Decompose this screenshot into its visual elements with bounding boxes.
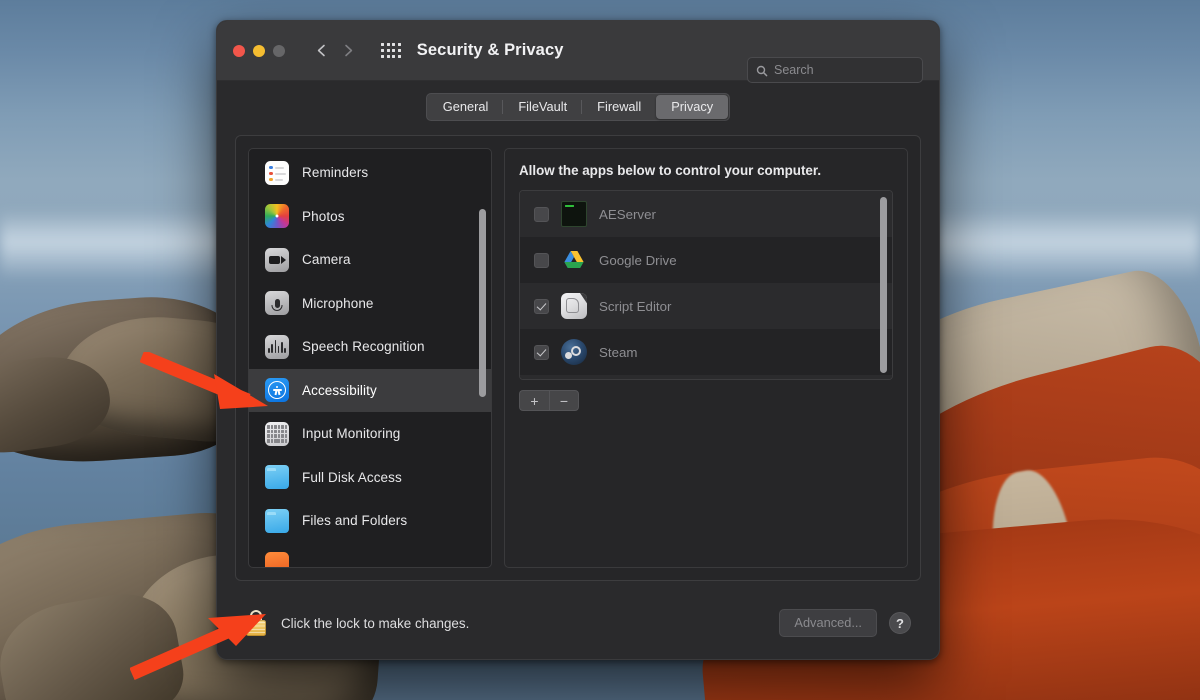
tab-firewall[interactable]: Firewall — [582, 95, 656, 119]
privacy-panel: Reminders Photos Camera — [235, 135, 921, 581]
folder-icon — [265, 509, 289, 533]
table-row-partial[interactable] — [520, 375, 892, 380]
minimize-button[interactable] — [253, 45, 265, 57]
sidebar-item-files-and-folders[interactable]: Files and Folders — [249, 499, 491, 543]
tab-general[interactable]: General — [428, 95, 504, 119]
forward-chevron-icon[interactable] — [342, 44, 355, 57]
table-row[interactable]: Script Editor — [520, 283, 892, 329]
sidebar-item-label: Speech Recognition — [302, 339, 425, 354]
sidebar-item-microphone[interactable]: Microphone — [249, 282, 491, 326]
sidebar-item-input-monitoring[interactable]: Input Monitoring — [249, 412, 491, 456]
sidebar-item-label: Microphone — [302, 296, 374, 311]
folder-icon — [265, 465, 289, 489]
help-button[interactable]: ? — [889, 612, 911, 634]
accessibility-icon — [265, 378, 289, 402]
app-icon-partial — [265, 552, 289, 568]
sidebar-item-label: Reminders — [302, 165, 368, 180]
app-name: Steam — [599, 345, 637, 360]
sidebar-item-camera[interactable]: Camera — [249, 238, 491, 282]
closed-lock-icon[interactable] — [245, 610, 267, 636]
sidebar-item-full-disk-access[interactable]: Full Disk Access — [249, 456, 491, 500]
search-icon — [756, 64, 768, 76]
window-footer: Click the lock to make changes. Advanced… — [217, 587, 939, 659]
keyboard-icon — [265, 422, 289, 446]
search-input[interactable]: Search — [747, 57, 923, 83]
reminders-icon — [265, 161, 289, 185]
sidebar-item-label: Files and Folders — [302, 513, 407, 528]
tab-bar: General FileVault Firewall Privacy — [235, 93, 921, 121]
applist-scrollbar[interactable] — [880, 197, 887, 373]
app-name: Google Drive — [599, 253, 677, 268]
speech-recognition-icon — [265, 335, 289, 359]
lock-hint-text: Click the lock to make changes. — [281, 616, 469, 631]
app-name: Script Editor — [599, 299, 671, 314]
back-chevron-icon[interactable] — [315, 44, 328, 57]
allow-description: Allow the apps below to control your com… — [519, 163, 893, 178]
tab-privacy[interactable]: Privacy — [656, 95, 728, 119]
sidebar-item-partial[interactable] — [249, 543, 491, 569]
remove-app-button[interactable]: − — [549, 390, 579, 411]
camera-icon — [265, 248, 289, 272]
app-checkbox[interactable] — [534, 345, 549, 360]
microphone-icon — [265, 291, 289, 315]
sidebar-item-label: Accessibility — [302, 383, 377, 398]
traffic-lights — [233, 45, 285, 57]
app-checkbox[interactable] — [534, 207, 549, 222]
sidebar-item-speech-recognition[interactable]: Speech Recognition — [249, 325, 491, 369]
search-placeholder: Search — [774, 63, 814, 77]
add-remove-buttons: + − — [519, 390, 893, 411]
google-drive-icon — [561, 247, 587, 273]
window-titlebar: Security & Privacy Search — [217, 21, 939, 81]
table-row[interactable]: Steam — [520, 329, 892, 375]
sidebar-item-accessibility[interactable]: Accessibility — [249, 369, 491, 413]
close-button[interactable] — [233, 45, 245, 57]
tab-filevault[interactable]: FileVault — [503, 95, 582, 119]
app-checkbox[interactable] — [534, 253, 549, 268]
steam-icon — [561, 339, 587, 365]
privacy-content-pane: Allow the apps below to control your com… — [504, 148, 908, 568]
sidebar-item-label: Camera — [302, 252, 351, 267]
advanced-button[interactable]: Advanced... — [779, 609, 877, 637]
app-name: AEServer — [599, 207, 656, 222]
sidebar-item-reminders[interactable]: Reminders — [249, 151, 491, 195]
show-all-preferences-icon[interactable] — [381, 43, 401, 57]
aeserver-icon — [561, 201, 587, 227]
table-row[interactable]: Google Drive — [520, 237, 892, 283]
app-permission-list[interactable]: AEServer Google Drive — [519, 190, 893, 380]
zoom-button[interactable] — [273, 45, 285, 57]
sidebar-item-label: Photos — [302, 209, 345, 224]
app-checkbox[interactable] — [534, 299, 549, 314]
page-title: Security & Privacy — [417, 41, 564, 60]
privacy-category-list[interactable]: Reminders Photos Camera — [248, 148, 492, 568]
sidebar-item-photos[interactable]: Photos — [249, 195, 491, 239]
script-editor-icon — [561, 293, 587, 319]
sidebar-item-label: Input Monitoring — [302, 426, 400, 441]
sidebar-item-label: Full Disk Access — [302, 470, 402, 485]
navigation-arrows — [315, 44, 355, 57]
table-row[interactable]: AEServer — [520, 191, 892, 237]
sidebar-scrollbar[interactable] — [479, 209, 486, 397]
photos-icon — [265, 204, 289, 228]
security-privacy-window: Security & Privacy Search General FileVa… — [216, 20, 940, 660]
add-app-button[interactable]: + — [519, 390, 549, 411]
